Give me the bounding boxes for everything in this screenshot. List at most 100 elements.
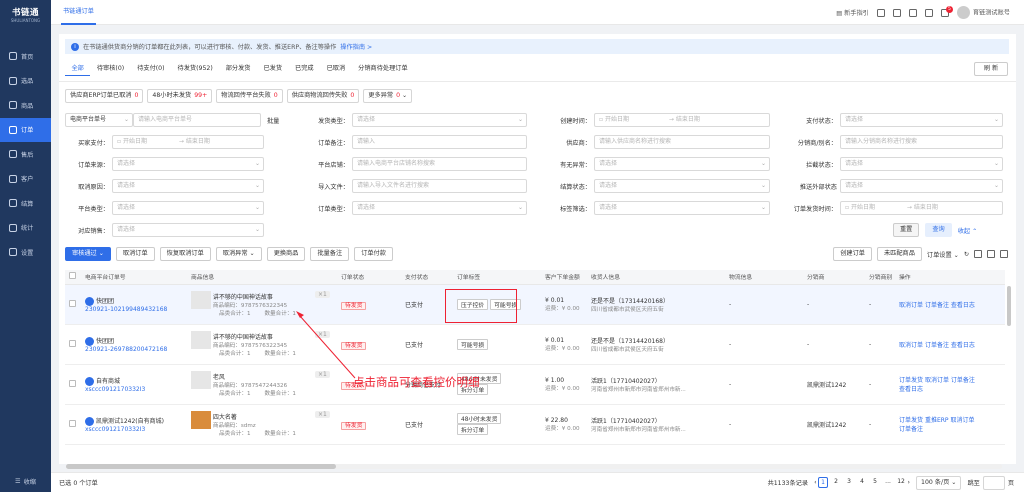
next-page-icon[interactable]: › [908,479,910,486]
quick-filter-more-exceptions[interactable]: 更多异常 0 ⌄ [363,89,413,103]
page-5[interactable]: 5 [870,477,880,488]
row-checkbox[interactable] [69,419,76,427]
jump-input[interactable] [982,475,1005,490]
page-1[interactable]: 1 [818,477,829,488]
distributor-input[interactable]: 请输入分销商名称进行搜索 [840,135,1003,149]
goods-cell[interactable]: 四大名著 商品编码：sdmz ×1 品类合计：1 数量合计：1 [187,404,337,445]
goods-cell[interactable]: 讲不够的中国神话故事 商品编码：9787576322345 ×1 品类合计：1 数量合… [187,324,337,365]
create-order-button[interactable]: 创建订单 [833,247,872,261]
tag-split-order[interactable]: 拆分订单 [457,424,489,435]
sidebar-item-stats[interactable]: 统计 [0,216,51,241]
cancel-order-link[interactable]: 取消订单 [899,302,923,309]
view-log-link[interactable]: 查看日志 [899,386,923,393]
import-file-input[interactable]: 请输入导入文件名进行搜索 [352,179,527,193]
refresh-button[interactable]: 刷 新 [974,62,1008,76]
row-checkbox[interactable] [69,379,76,387]
cancel-order-link[interactable]: 取消订单 [950,417,974,424]
tab-pending-review[interactable]: 待审核(0) [90,61,130,76]
table-row[interactable]: 凯鼎测试1242(自有商城) xsccc0912170332I3 四大名著 商品编码… [65,404,1005,445]
tag-icon[interactable] [892,8,901,17]
page-12[interactable]: 12 [896,477,906,488]
cancel-order-link[interactable]: 取消订单 [925,377,949,384]
platform-order-type-select[interactable]: 电商平台单号 ⌄ [65,113,133,127]
prev-page-icon[interactable]: ‹ [814,479,816,486]
approve-button[interactable]: 审核通过 ⌄ [65,247,111,261]
restore-cancel-button[interactable]: 恢复取消订单 [159,247,211,261]
guide-link-notice[interactable]: 操作指南 > [340,42,372,51]
tab-pending-pay[interactable]: 待支付(0) [131,61,171,76]
tab-cancelled[interactable]: 已取消 [320,61,352,76]
goods-thumbnail[interactable] [191,331,211,349]
order-remark-link[interactable]: 订单备注 [925,302,949,309]
cancel-order-link[interactable]: 取消订单 [899,342,923,349]
pay-status-select[interactable]: 请选择 ⌄ [840,113,1003,127]
cancel-order-button[interactable]: 取消订单 [115,247,155,261]
view-log-link[interactable]: 查看日志 [951,302,975,309]
sidebar-item-settings[interactable]: 设置 [0,240,51,265]
tab-completed[interactable]: 已完成 [289,61,321,76]
page-size-select[interactable]: 100 条/页 ⌄ [916,475,962,490]
ship-type-select[interactable]: 请选择 ⌄ [352,113,527,127]
order-pay-button[interactable]: 订单付款 [354,247,393,261]
sidebar-item-select[interactable]: 选品 [0,69,51,94]
exception-select[interactable]: 请选择 ⌄ [594,157,770,171]
batch-button[interactable]: 批量 [267,116,279,125]
order-settings-dropdown[interactable]: 订单设置 ⌄ [927,250,959,259]
bell-icon[interactable]: 5 [940,5,953,17]
scrollbar-thumb[interactable] [66,464,336,469]
fullscreen-icon[interactable] [1000,250,1008,258]
order-number-link[interactable]: xsccc0912170332I3 [85,426,145,433]
view-log-link[interactable]: 查看日志 [951,342,975,349]
goods-thumbnail[interactable] [191,411,211,429]
order-remark-link[interactable]: 订单备注 [899,426,923,433]
repush-erp-link[interactable]: 重推ERP [925,417,949,424]
download-icon[interactable] [876,8,885,17]
table-row[interactable]: 自有商城 xsccc0912170332I3 老风 商品编码：97875472443… [65,364,1005,405]
order-remark-input[interactable]: 请输入 [352,135,527,149]
sidebar-item-goods[interactable]: 商品 [0,93,51,118]
change-goods-button[interactable]: 更换商品 [266,247,306,261]
platform-order-input[interactable]: 请输入电商平台单号 [133,113,261,127]
reset-button[interactable]: 重置 [893,223,920,237]
tab-shipped[interactable]: 已发货 [257,61,289,76]
settle-status-select[interactable]: 请选择 ⌄ [594,179,770,193]
table-row[interactable]: 快团团 230921-269788200472168 讲不够的中国神话故事 商品编码… [65,324,1005,365]
sidebar-item-settle[interactable]: 结算 [0,191,51,216]
vertical-scrollbar[interactable] [1007,286,1011,326]
goods-cell[interactable]: 老风 商品编码：9787547244326 ×1 品类合计：1 数量合计：1 [187,364,337,405]
guide-link[interactable]: ▤ 新手指引 [836,8,869,17]
horizontal-scrollbar[interactable] [66,464,1002,469]
page-4[interactable]: 4 [857,477,867,488]
intercept-select[interactable]: 请选择 ⌄ [840,157,1003,171]
gear-icon[interactable] [974,250,982,258]
sidebar-item-customer[interactable]: 客户 [0,167,51,192]
order-number-link[interactable]: 230921-269788200472168 [85,346,167,353]
select-all-checkbox[interactable] [69,272,76,280]
quick-filter-logistics-fail[interactable]: 物流回传平台失败 0 [216,89,283,103]
tab-shuliantong-orders[interactable]: 书链通订单 [61,0,96,25]
cancel-reason-select[interactable]: 请选择 ⌄ [112,179,264,193]
batch-remark-button[interactable]: 批量备注 [310,247,350,261]
row-checkbox[interactable] [69,339,76,347]
order-remark-link[interactable]: 订单备注 [925,342,949,349]
headset-icon[interactable] [908,8,917,17]
goods-thumbnail[interactable] [191,291,211,309]
order-type-select[interactable]: 请选择 ⌄ [352,201,527,215]
sidebar-item-aftersale[interactable]: 售后 [0,142,51,167]
sidebar-item-orders[interactable]: 订单 [0,117,51,142]
ship-order-link[interactable]: 订单发货 [899,377,923,384]
ship-order-link[interactable]: 订单发货 [899,417,923,424]
push-status-select[interactable]: 请选择 ⌄ [840,179,1003,193]
buyer-pay-range[interactable]: ▫ 开始日期 → 结束日期 [112,135,264,149]
goods-cell[interactable]: 讲不够的中国神话故事 商品编码：9787576322345 ×1 品类合计：1 数量合… [187,284,337,325]
goods-thumbnail[interactable] [191,371,211,389]
tab-distributor-pending[interactable]: 分销商待处理订单 [352,61,415,76]
sidebar-item-home[interactable]: 首页 [0,44,51,69]
user-menu[interactable]: 育链测试账号 [956,6,1010,19]
unmatched-goods-button[interactable]: 未匹配商品 [876,247,922,261]
collapse-filters-link[interactable]: 收起 ⌃ [958,226,978,235]
tag-48h[interactable]: 48小时未发货 [457,413,502,424]
order-number-link[interactable]: xsccc0912170332I3 [85,386,145,393]
quick-filter-supplier-logistics-fail[interactable]: 供应商物流回传失败 0 [286,89,360,103]
quick-filter-erp-cancelled[interactable]: 供应商ERP订单已取消 0 [65,89,144,103]
